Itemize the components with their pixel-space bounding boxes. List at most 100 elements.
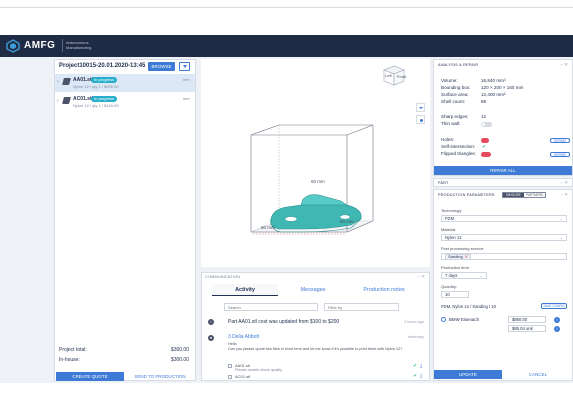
message-body: Hello Can you please quote two files in … (228, 342, 424, 352)
part-name: AA01.stl (73, 77, 94, 83)
stat-row: Bounding box: 120 × 200 × 160 mm (441, 85, 523, 90)
close-icon[interactable]: ✕ (465, 254, 468, 259)
brand-divider (62, 39, 63, 52)
user-icon: ● (208, 335, 214, 341)
stat-value: 120 × 200 × 160 mm (481, 85, 524, 90)
price-total-field[interactable]: $850.00 (508, 316, 546, 323)
info-icon: i (208, 319, 214, 325)
stat-label: Shell count: (441, 99, 466, 104)
flipped-row: Flipped triangles: (441, 151, 476, 156)
post-processing-chip[interactable]: Sanding ✕ (445, 254, 472, 260)
message-time: Yesterday (407, 335, 424, 339)
price-total: $850.00 (512, 317, 528, 322)
update-button[interactable]: UPDATE (434, 370, 502, 379)
download-icon[interactable]: ⤓ (420, 363, 422, 369)
part-icon (62, 97, 71, 104)
project-actions: CREATE QUOTE SEND TO PRODUCTION (55, 372, 195, 381)
quantity-value: 10 (445, 292, 450, 297)
thin-wall-toggle[interactable] (481, 122, 492, 127)
attachment-item[interactable]: AC01.stl (228, 374, 250, 379)
stat-value: 68 (481, 99, 487, 104)
attachment-checkbox[interactable] (228, 364, 232, 368)
tab-activity[interactable]: Activity (212, 284, 278, 296)
unit-label[interactable]: mm (183, 96, 190, 101)
repair-flipped-button[interactable]: REPAIR (550, 152, 570, 157)
cancel-button[interactable]: CANCEL (504, 370, 572, 379)
activity-time: 2 hours ago (403, 320, 424, 324)
part-row[interactable]: › AA01.stl In progress Nylon 12 / qty 1 … (55, 74, 195, 92)
save-config-button[interactable]: SAVE CONFIG (541, 303, 567, 309)
material-select[interactable]: Nylon 12 ⌄ (441, 234, 567, 241)
flipped-badge (481, 152, 491, 157)
message-author[interactable]: 3 Delia Abbott (228, 334, 259, 340)
holes-label: Holes: (441, 137, 455, 142)
tab-messages[interactable]: Messages (280, 284, 346, 296)
repair-all-button[interactable]: REPAIR ALL (434, 166, 572, 175)
project-dropdown-button[interactable] (179, 62, 190, 71)
part-detail: Nylon 12 / qty 1 / $100.00 (73, 103, 119, 108)
panel-controls-icon[interactable]: – ✕ (417, 274, 425, 280)
production-parameters-panel: PRODUCTION PARAMETERS INHOUSE PARTNERS –… (433, 189, 573, 381)
top-divider (0, 0, 573, 8)
chip-label: Sanding (448, 254, 463, 259)
message-item: ● 3 Delia Abbott Yesterday Hello Can you… (208, 333, 426, 380)
technology-value: FDM (445, 216, 455, 221)
production-time-select[interactable]: 7 days ⌄ (441, 272, 487, 279)
info-icon[interactable]: i (554, 317, 560, 323)
stat-row: Volume: 16,840 mm³ (441, 78, 506, 83)
price-unit-field[interactable]: $85.04 unit (508, 325, 546, 332)
technology-select[interactable]: FDM ⌄ (441, 215, 567, 222)
production-source-toggle[interactable]: INHOUSE PARTNERS (502, 192, 546, 198)
self-intersection-label: Self-intersection: (441, 144, 476, 149)
post-processing-select[interactable]: Sanding ✕ (441, 253, 567, 260)
technology-label: Technology: (441, 208, 463, 213)
send-to-production-button[interactable]: SEND TO PRODUCTION (126, 372, 194, 381)
unit-label[interactable]: mm (183, 77, 190, 82)
part-name: AC01.stl (73, 96, 94, 102)
3d-viewer[interactable]: Left Front 60 mm 60 mm 60 mm (201, 59, 430, 267)
flipped-label: Flipped triangles: (441, 151, 476, 156)
attachment-note: Please double check quality (235, 368, 283, 372)
production-header: PRODUCTION PARAMETERS (438, 193, 495, 197)
panel-controls-icon[interactable]: – ✕ (560, 192, 568, 198)
repair-holes-button[interactable]: REPAIR (550, 138, 570, 143)
quantity-input[interactable]: 10 (441, 291, 469, 298)
partners-toggle[interactable]: PARTNERS (524, 193, 545, 197)
create-quote-button[interactable]: CREATE QUOTE (56, 372, 124, 381)
stat-value: 16,840 mm³ (481, 78, 506, 83)
analysis-header: ANALYSIS & REPAIR (438, 63, 479, 67)
tab-production-notes[interactable]: Production notes (348, 284, 420, 296)
radio-icon[interactable] (441, 317, 446, 322)
build-volume (250, 124, 374, 235)
search-input[interactable] (224, 303, 318, 311)
status-badge: In progress (91, 77, 118, 83)
message-text: Can you please quote two files in short … (228, 347, 403, 351)
panel-controls-icon[interactable]: – ✕ (560, 62, 568, 68)
project-totals: Project total: $300.00 In-house: $300.00 (57, 346, 193, 366)
download-icon[interactable]: ⤓ (420, 373, 422, 379)
chevron-right-icon[interactable]: › (57, 98, 59, 104)
chevron-right-icon[interactable]: › (57, 79, 59, 85)
part-row[interactable]: › AC01.stl In progress Nylon 12 / qty 1 … (55, 93, 195, 111)
production-time-label: Production time: (441, 265, 470, 270)
info-icon[interactable]: i (554, 326, 560, 332)
thin-wall-row: Thin wall: (441, 121, 460, 126)
supplier-option[interactable]: BMW Eisenach (441, 317, 479, 322)
communication-panel: COMMUNICATION – ✕ Activity Messages Prod… (201, 272, 430, 381)
inhouse-toggle[interactable]: INHOUSE (503, 193, 524, 197)
attachment-checkbox[interactable] (228, 375, 232, 379)
status-badge: In progress (91, 96, 118, 102)
part-detail: Nylon 12 / qty 1 / $200.00 (73, 84, 119, 89)
browse-button[interactable]: BROWSE (148, 62, 175, 71)
total-row: In-house: $300.00 (57, 356, 193, 366)
width-dimension-label: 60 mm (261, 225, 275, 230)
chevron-down-icon: ⌄ (479, 273, 483, 278)
total-label: In-house: (59, 357, 80, 363)
amfg-logo-icon (6, 39, 20, 53)
analysis-repair-panel: ANALYSIS & REPAIR – ✕ Volume: 16,840 mm³ … (433, 59, 573, 176)
filter-input[interactable] (324, 303, 399, 311)
sharp-edges-row: Sharp edges: 12 (441, 114, 486, 119)
panel-controls-icon[interactable]: – ✕ (560, 180, 568, 186)
part-panel[interactable]: PART – ✕ (433, 178, 573, 187)
stat-value: 12,400 mm² (481, 92, 506, 97)
